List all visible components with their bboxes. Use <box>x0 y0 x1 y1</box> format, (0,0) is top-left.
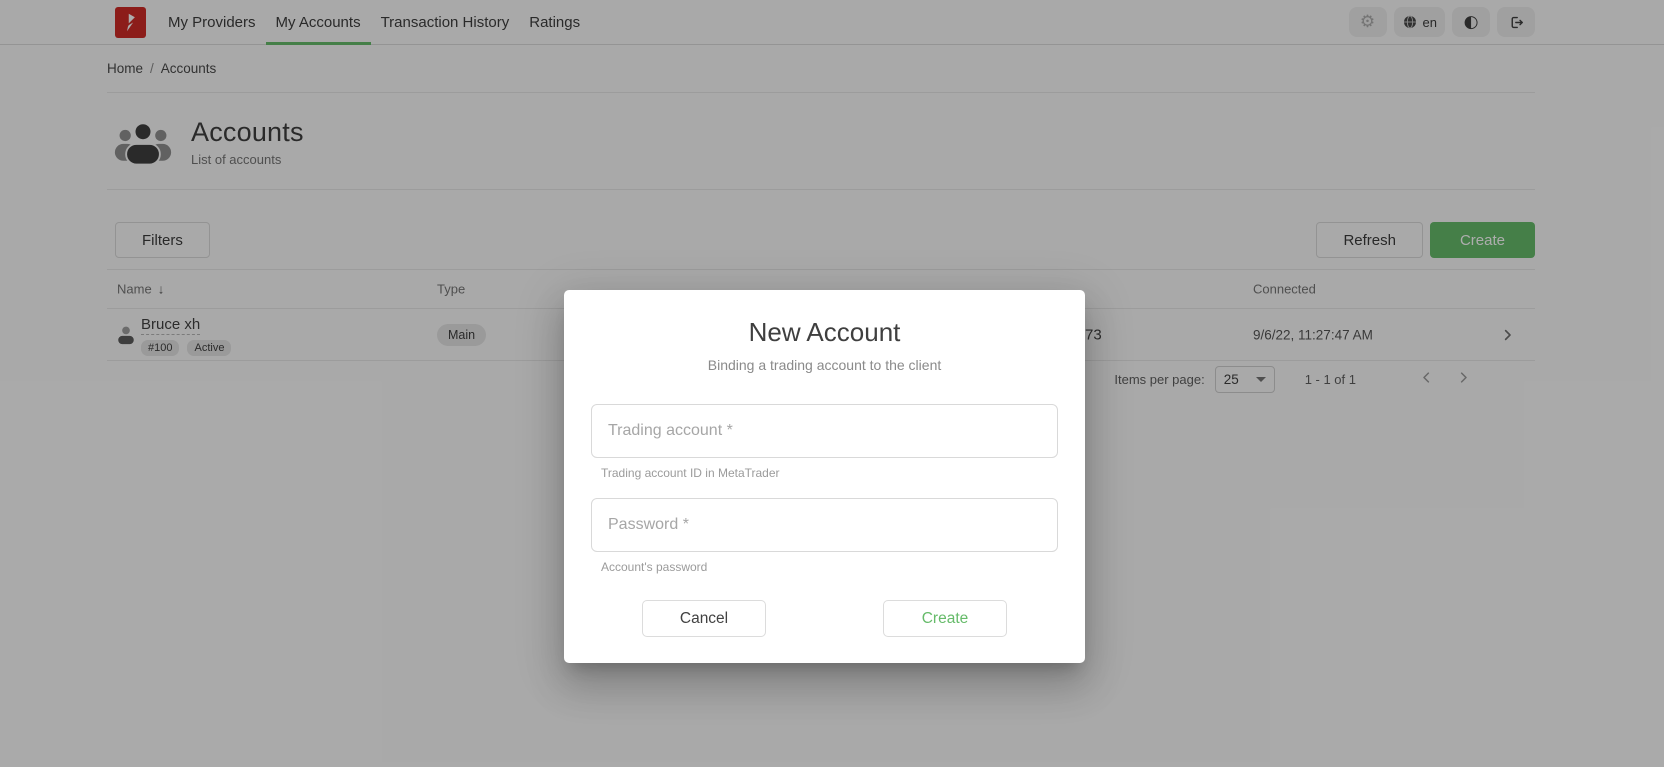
dialog-title: New Account <box>591 318 1058 346</box>
password-input[interactable] <box>591 498 1058 552</box>
cancel-button[interactable]: Cancel <box>642 600 766 637</box>
dialog-actions: Cancel Create <box>591 600 1058 637</box>
dialog-create-button[interactable]: Create <box>883 600 1007 637</box>
new-account-dialog: New Account Binding a trading account to… <box>564 290 1085 663</box>
trading-account-input[interactable] <box>591 404 1058 458</box>
dialog-subtitle: Binding a trading account to the client <box>591 358 1058 373</box>
trading-account-field: Trading account ID in MetaTrader <box>591 404 1058 479</box>
trading-account-hint: Trading account ID in MetaTrader <box>591 467 1058 479</box>
password-hint: Account's password <box>591 561 1058 573</box>
password-field: Account's password <box>591 498 1058 573</box>
